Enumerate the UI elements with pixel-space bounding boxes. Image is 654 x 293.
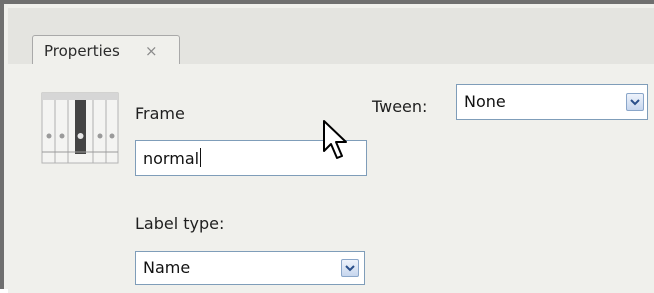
- label-type-value: Name: [143, 258, 191, 277]
- frame-label-value: normal: [143, 148, 202, 168]
- mouse-pointer-icon: [323, 120, 347, 159]
- tab-label: Properties: [44, 42, 120, 60]
- properties-window: Properties × Frame normal Tween: None La…: [0, 0, 654, 293]
- tween-label: Tween:: [372, 97, 428, 116]
- text-caret: [200, 148, 202, 167]
- tab-strip: Properties ×: [8, 8, 654, 66]
- properties-panel: Frame normal Tween: None Label type: Nam…: [8, 64, 654, 293]
- chevron-down-icon[interactable]: [341, 259, 359, 277]
- chevron-down-icon[interactable]: [626, 93, 644, 111]
- timeline-frame-icon: [41, 92, 119, 164]
- chevron-down-glyph: [345, 265, 355, 272]
- tab-properties[interactable]: Properties ×: [32, 35, 180, 66]
- close-icon[interactable]: ×: [145, 42, 158, 60]
- tween-select[interactable]: None: [456, 84, 648, 120]
- chevron-down-glyph: [630, 99, 640, 106]
- label-type-select[interactable]: Name: [135, 251, 365, 285]
- tween-value: None: [464, 92, 506, 111]
- label-type-label: Label type:: [135, 214, 225, 233]
- frame-heading: Frame: [135, 104, 185, 123]
